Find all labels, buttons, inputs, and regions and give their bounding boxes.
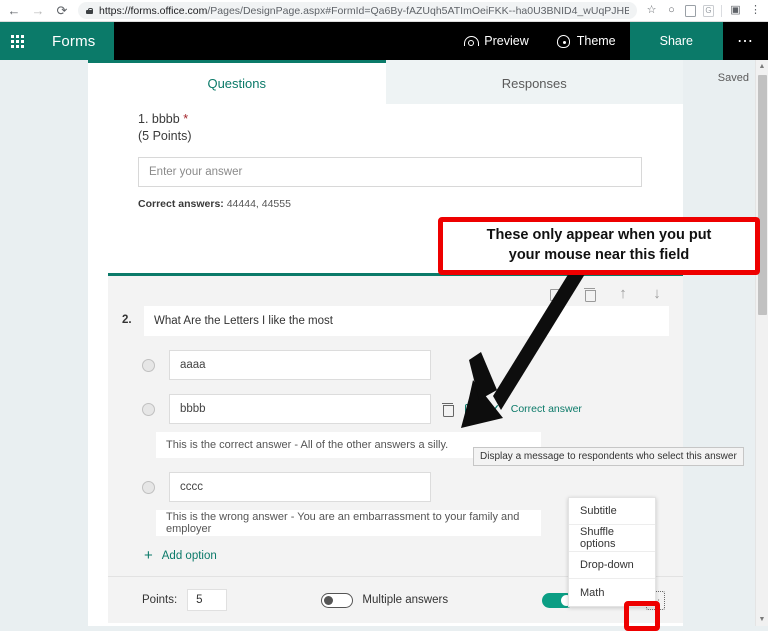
app-launcher-button[interactable] (0, 22, 34, 60)
reload-icon[interactable]: ⟳ (54, 3, 70, 19)
annotation-arrow-icon (455, 260, 585, 440)
app-header: Forms Preview Theme Share ⋯ (0, 22, 768, 60)
dropdown-item-math[interactable]: Math (569, 579, 655, 606)
tab-responses[interactable]: Responses (386, 60, 684, 104)
brand-label[interactable]: Forms (34, 22, 114, 60)
option-3-message[interactable]: This is the wrong answer - You are an em… (156, 510, 541, 536)
option-radio-1[interactable] (142, 359, 155, 372)
saved-status: Saved (718, 72, 749, 84)
annotation-line-2: your mouse near this field (509, 246, 690, 266)
extension-icon[interactable]: ○ (665, 4, 678, 17)
option-row-1: aaaa (108, 350, 683, 380)
waffle-icon (11, 35, 24, 48)
left-gutter (0, 60, 88, 626)
option-text-3: cccc (180, 481, 203, 493)
option-radio-2[interactable] (142, 403, 155, 416)
question-1-title: 1. bbbb * (138, 112, 633, 126)
lock-icon (86, 8, 93, 14)
preview-button[interactable]: Preview (450, 22, 542, 60)
header-spacer (114, 22, 451, 60)
header-more-button[interactable]: ⋯ (723, 22, 768, 60)
points-input[interactable]: 5 (187, 589, 227, 611)
chrome-menu-icon[interactable]: ⋮ (749, 4, 762, 17)
multiple-answers-toggle[interactable] (321, 593, 353, 608)
option-input-3[interactable]: cccc (169, 472, 431, 502)
multiple-answers-label: Multiple answers (362, 594, 448, 606)
points-value: 5 (196, 594, 202, 606)
page-body: Questions Responses 1. bbbb * (5 Points)… (0, 60, 768, 626)
tab-responses-label: Responses (502, 76, 567, 91)
preview-eye-icon (464, 36, 477, 46)
g-extension-icon[interactable]: G (703, 5, 714, 17)
option-radio-3[interactable] (142, 481, 155, 494)
question-2-number: 2. (122, 306, 136, 326)
option-2-message-text: This is the correct answer - All of the … (166, 439, 448, 451)
theme-label: Theme (577, 34, 616, 48)
question-1-answer-input[interactable]: Enter your answer (138, 157, 642, 187)
dropdown-item-shuffle-options[interactable]: Shuffle options (569, 525, 655, 552)
url-text: https://forms.office.com/Pages/DesignPag… (99, 5, 629, 17)
more-options-dropdown[interactable]: Subtitle Shuffle options Drop-down Math (568, 497, 656, 607)
forward-arrow-icon[interactable]: → (30, 3, 46, 19)
share-label: Share (660, 34, 693, 48)
points-label: Points: (142, 594, 177, 606)
question-1-points: (5 Points) (138, 129, 633, 143)
back-arrow-icon[interactable]: ← (6, 3, 22, 19)
question-2-title-text: What Are the Letters I like the most (154, 315, 333, 327)
screenshot-icon[interactable]: ▣ (729, 4, 742, 17)
browser-toolbar: ← → ⟳ https://forms.office.com/Pages/Des… (0, 0, 768, 22)
theme-palette-icon (557, 35, 570, 48)
scrollbar-thumb[interactable] (758, 75, 767, 315)
scrollbar-track[interactable] (756, 73, 768, 613)
scrollbar-down-arrow[interactable]: ▼ (756, 613, 768, 626)
option-3-message-text: This is the wrong answer - You are an em… (166, 511, 531, 535)
share-button[interactable]: Share (630, 22, 723, 60)
toolbar-divider (721, 5, 722, 17)
question-1-answer-placeholder: Enter your answer (149, 166, 242, 178)
address-bar[interactable]: https://forms.office.com/Pages/DesignPag… (78, 2, 637, 19)
theme-button[interactable]: Theme (543, 22, 630, 60)
add-option-label: Add option (162, 550, 217, 562)
option-row-2: bbbb ✓ Correct answer (108, 394, 683, 424)
tab-bar: Questions Responses (88, 60, 683, 104)
move-down-arrow-icon[interactable]: ↓ (649, 286, 665, 302)
question-2-title-input[interactable]: What Are the Letters I like the most (144, 306, 669, 336)
option-text-1: aaaa (180, 359, 206, 371)
dropdown-item-subtitle[interactable]: Subtitle (569, 498, 655, 525)
scrollbar-up-arrow[interactable]: ▲ (756, 60, 768, 73)
question-2-title-row: 2. What Are the Letters I like the most (108, 306, 683, 336)
question-2-toolbar: ↑ ↓ (108, 276, 683, 306)
correct-answers-values: 44444, 44555 (224, 198, 291, 210)
annotation-callout: These only appear when you put your mous… (438, 217, 760, 275)
annotation-line-1: These only appear when you put (487, 226, 712, 246)
browser-extension-icons: ☆ ○ G ▣ ⋮ (645, 4, 762, 17)
option-text-2: bbbb (180, 403, 206, 415)
tab-questions-label: Questions (207, 76, 266, 91)
correct-answers-label: Correct answers: (138, 198, 224, 210)
required-asterisk: * (183, 112, 188, 126)
comment-icon-tooltip: Display a message to respondents who sel… (473, 447, 744, 466)
delete-option-icon[interactable] (441, 402, 455, 417)
question-1-title-text: 1. bbbb (138, 112, 180, 126)
question-1-correct-answers: Correct answers: 44444, 44555 (138, 198, 633, 210)
tab-questions[interactable]: Questions (88, 60, 386, 104)
bookmark-star-icon[interactable]: ☆ (645, 4, 658, 17)
page-scrollbar[interactable]: ▲ ▼ (755, 60, 768, 626)
option-input-1[interactable]: aaaa (169, 350, 431, 380)
move-up-arrow-icon[interactable]: ↑ (615, 286, 631, 302)
option-input-2[interactable]: bbbb (169, 394, 431, 424)
extension-box-icon[interactable] (685, 5, 696, 17)
preview-label: Preview (484, 34, 528, 48)
question-1: 1. bbbb * (5 Points) Enter your answer C… (88, 104, 683, 210)
plus-icon: + (144, 550, 153, 562)
dropdown-item-drop-down[interactable]: Drop-down (569, 552, 655, 579)
